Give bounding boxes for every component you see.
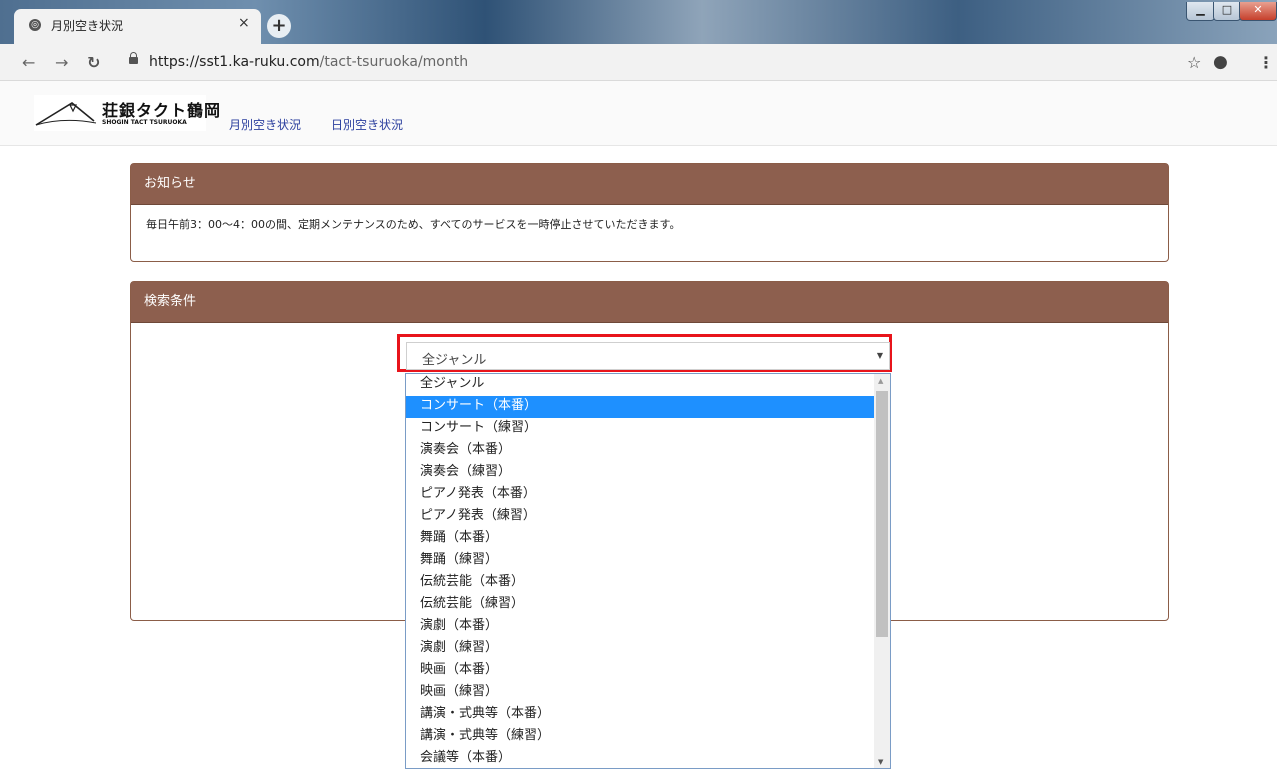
globe-icon: ◎ (29, 19, 41, 31)
site-header: 荘銀タクト鶴岡 SHOGIN TACT TSURUOKA 月別空き状況 日別空き… (0, 81, 1277, 146)
account-icon[interactable]: ● (1213, 52, 1228, 72)
dropdown-option[interactable]: 演劇（練習） (406, 638, 874, 660)
scroll-down-icon[interactable]: ▼ (878, 758, 883, 766)
address-bar[interactable]: https://sst1.ka-ruku.com/tact-tsuruoka/m… (116, 49, 1206, 75)
minimize-button[interactable]: ▁ (1186, 2, 1215, 21)
dropdown-option[interactable]: 舞踊（練習） (406, 550, 874, 572)
dropdown-option[interactable]: 伝統芸能（本番） (406, 572, 874, 594)
dropdown-option[interactable]: ピアノ発表（本番） (406, 484, 874, 506)
genre-dropdown-list[interactable]: 全ジャンル コンサート（本番） コンサート（練習） 演奏会（本番） 演奏会（練習） ピアノ… (405, 373, 891, 769)
menu-icon[interactable]: ⋮ (1258, 53, 1274, 72)
logo-text: 荘銀タクト鶴岡 (102, 101, 222, 120)
notice-title: お知らせ (131, 164, 1168, 205)
chevron-down-icon: ▼ (876, 351, 883, 360)
lock-icon (129, 52, 138, 64)
back-icon[interactable]: ← (22, 53, 35, 72)
search-title: 検索条件 (131, 282, 1168, 323)
scrollbar-thumb[interactable] (876, 391, 888, 637)
dropdown-option[interactable]: 演劇（本番） (406, 616, 874, 638)
tab-close-icon[interactable]: × (238, 15, 250, 31)
browser-tab[interactable]: ◎ 月別空き状況 × (14, 9, 261, 44)
nav-daily-availability[interactable]: 日別空き状況 (331, 116, 403, 133)
dropdown-option[interactable]: 映画（練習） (406, 682, 874, 704)
logo-mark-icon (35, 102, 97, 126)
nav-monthly-availability[interactable]: 月別空き状況 (229, 116, 301, 133)
dropdown-option[interactable]: 映画（本番） (406, 660, 874, 682)
logo-subtext: SHOGIN TACT TSURUOKA (102, 119, 187, 126)
dropdown-option[interactable]: 全ジャンル (406, 374, 874, 396)
tab-title: 月別空き状況 (51, 19, 124, 33)
dropdown-option[interactable]: ピアノ発表（練習） (406, 506, 874, 528)
url-text[interactable]: https://sst1.ka-ruku.com/tact-tsuruoka/m… (149, 54, 468, 70)
dropdown-option[interactable]: 舞踊（本番） (406, 528, 874, 550)
dropdown-option[interactable]: 会議等（本番） (406, 748, 874, 768)
window-close-button[interactable]: ✕ (1239, 2, 1277, 21)
dropdown-option[interactable]: コンサート（練習） (406, 418, 874, 440)
dropdown-scrollbar[interactable]: ▲ ▼ (874, 374, 890, 768)
new-tab-button[interactable]: + (267, 14, 291, 38)
forward-icon[interactable]: → (55, 53, 68, 72)
dropdown-option[interactable]: 講演・式典等（本番） (406, 704, 874, 726)
reload-icon[interactable]: ↻ (87, 53, 100, 72)
dropdown-option[interactable]: 演奏会（練習） (406, 462, 874, 484)
scroll-up-icon[interactable]: ▲ (878, 377, 883, 385)
notice-text: 毎日午前3：00〜4：00の間、定期メンテナンスのため、すべてのサービスを一時停… (146, 218, 681, 231)
genre-select[interactable]: 全ジャンル ▼ (406, 342, 890, 370)
star-icon[interactable]: ☆ (1187, 53, 1201, 72)
genre-select-value: 全ジャンル (422, 353, 487, 368)
browser-toolbar: ← → ↻ https://sst1.ka-ruku.com/tact-tsur… (0, 44, 1277, 81)
site-logo[interactable]: 荘銀タクト鶴岡 SHOGIN TACT TSURUOKA (34, 95, 220, 131)
dropdown-option[interactable]: 伝統芸能（練習） (406, 594, 874, 616)
maximize-button[interactable]: □ (1213, 2, 1241, 21)
notice-panel: お知らせ 毎日午前3：00〜4：00の間、定期メンテナンスのため、すべてのサービ… (130, 163, 1169, 262)
dropdown-option[interactable]: 講演・式典等（練習） (406, 726, 874, 748)
dropdown-option[interactable]: コンサート（本番） (406, 396, 874, 418)
dropdown-option[interactable]: 演奏会（本番） (406, 440, 874, 462)
browser-tabstrip: ◎ 月別空き状況 × + ▁ □ ✕ (0, 0, 1277, 44)
